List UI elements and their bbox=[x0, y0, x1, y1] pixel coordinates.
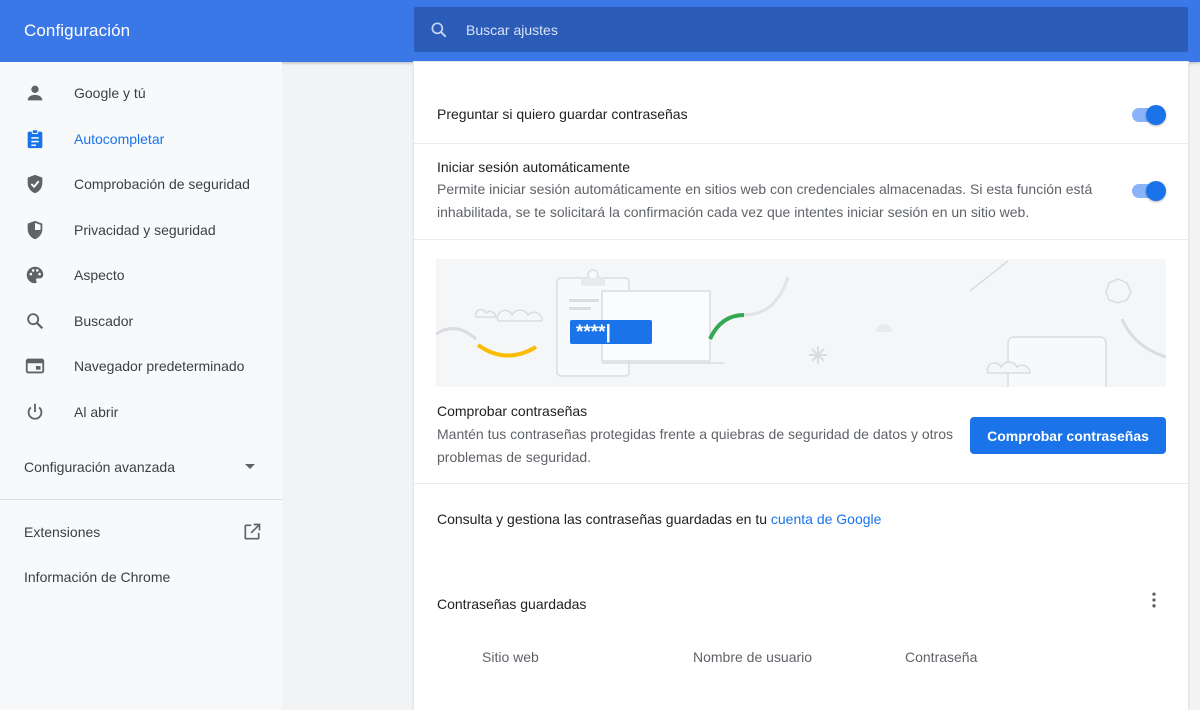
advanced-settings-label: Configuración avanzada bbox=[24, 459, 175, 475]
auto-signin-description: Permite iniciar sesión automáticamente e… bbox=[437, 181, 1093, 220]
saved-passwords-heading: Contraseñas guardadas bbox=[437, 596, 587, 612]
sidebar-item-safety-check[interactable]: Comprobación de seguridad bbox=[0, 164, 282, 204]
column-header-username: Nombre de usuario bbox=[693, 649, 813, 665]
section-divider bbox=[414, 483, 1188, 484]
sidebar-item-google[interactable]: Google y tú bbox=[0, 73, 282, 113]
sidebar-divider bbox=[0, 499, 282, 500]
shield-icon bbox=[27, 220, 43, 240]
palette-icon bbox=[26, 266, 44, 284]
offer-save-toggle[interactable] bbox=[1130, 105, 1166, 125]
toggle-knob bbox=[1146, 105, 1166, 125]
chevron-down-icon bbox=[245, 464, 255, 469]
sidebar-item-label: Comprobación de seguridad bbox=[74, 176, 250, 192]
google-account-link[interactable]: cuenta de Google bbox=[771, 511, 882, 527]
sidebar-item-label: Al abrir bbox=[74, 404, 119, 420]
auto-signin-row: Iniciar sesión automáticamente Permite i… bbox=[414, 144, 1188, 240]
extensions-link[interactable]: Extensiones bbox=[0, 514, 282, 550]
sidebar-item-appearance[interactable]: Aspecto bbox=[0, 255, 282, 295]
advanced-settings-toggle[interactable]: Configuración avanzada bbox=[0, 447, 282, 487]
extensions-label: Extensiones bbox=[24, 524, 101, 540]
sidebar-item-label: Aspecto bbox=[74, 267, 125, 283]
passwords-settings-card: Preguntar si quiero guardar contraseñas … bbox=[414, 62, 1188, 710]
sidebar-item-label: Google y tú bbox=[74, 85, 146, 101]
offer-save-row: Preguntar si quiero guardar contraseñas bbox=[414, 62, 1188, 144]
search-icon bbox=[27, 313, 44, 330]
person-icon bbox=[27, 85, 43, 101]
toggle-knob bbox=[1146, 181, 1166, 201]
sidebar-item-on-startup[interactable]: Al abrir bbox=[0, 392, 282, 432]
password-check-description: Mantén tus contraseñas protegidas frente… bbox=[437, 426, 953, 465]
illustration-graphic: ****| bbox=[436, 260, 1166, 387]
sidebar-item-default-browser[interactable]: Navegador predeterminado bbox=[0, 346, 282, 386]
clipboard-icon bbox=[27, 129, 43, 149]
sidebar-item-label: Buscador bbox=[74, 313, 134, 329]
illustration-password-mask: ****| bbox=[576, 322, 611, 343]
browser-icon bbox=[25, 358, 45, 374]
column-header-password: Contraseña bbox=[905, 649, 978, 665]
sidebar-item-privacy[interactable]: Privacidad y seguridad bbox=[0, 210, 282, 250]
column-header-site: Sitio web bbox=[482, 649, 539, 665]
power-icon bbox=[27, 403, 43, 420]
offer-save-label: Preguntar si quiero guardar contraseñas bbox=[437, 106, 688, 122]
page-title: Configuración bbox=[24, 21, 131, 40]
sidebar-item-label: Privacidad y seguridad bbox=[74, 222, 216, 238]
search-input[interactable] bbox=[466, 7, 1166, 52]
open-in-new-icon bbox=[244, 523, 261, 540]
password-check-title: Comprobar contraseñas bbox=[437, 403, 588, 419]
search-icon bbox=[431, 22, 447, 38]
sidebar-item-label: Autocompletar bbox=[74, 131, 165, 147]
manage-passwords-text: Consulta y gestiona las contraseñas guar… bbox=[437, 511, 881, 527]
password-check-illustration: ****| bbox=[436, 259, 1166, 387]
shield-check-icon bbox=[27, 174, 43, 194]
manage-passwords-prefix: Consulta y gestiona las contraseñas guar… bbox=[437, 511, 771, 527]
auto-signin-label: Iniciar sesión automáticamente bbox=[437, 159, 630, 175]
search-box[interactable] bbox=[414, 7, 1188, 52]
check-passwords-button[interactable]: Comprobar contraseñas bbox=[970, 417, 1166, 454]
more-vert-icon[interactable] bbox=[1144, 590, 1164, 610]
auto-signin-toggle[interactable] bbox=[1130, 181, 1166, 201]
about-chrome-label: Información de Chrome bbox=[24, 569, 171, 585]
about-chrome-link[interactable]: Información de Chrome bbox=[0, 559, 282, 595]
sidebar-item-label: Navegador predeterminado bbox=[74, 358, 245, 374]
sidebar: Google y tú Autocompletar Comprobación d… bbox=[0, 62, 282, 710]
sidebar-item-search-engine[interactable]: Buscador bbox=[0, 301, 282, 341]
top-bar: Configuración bbox=[0, 0, 1200, 62]
sidebar-item-autofill[interactable]: Autocompletar bbox=[0, 119, 282, 159]
